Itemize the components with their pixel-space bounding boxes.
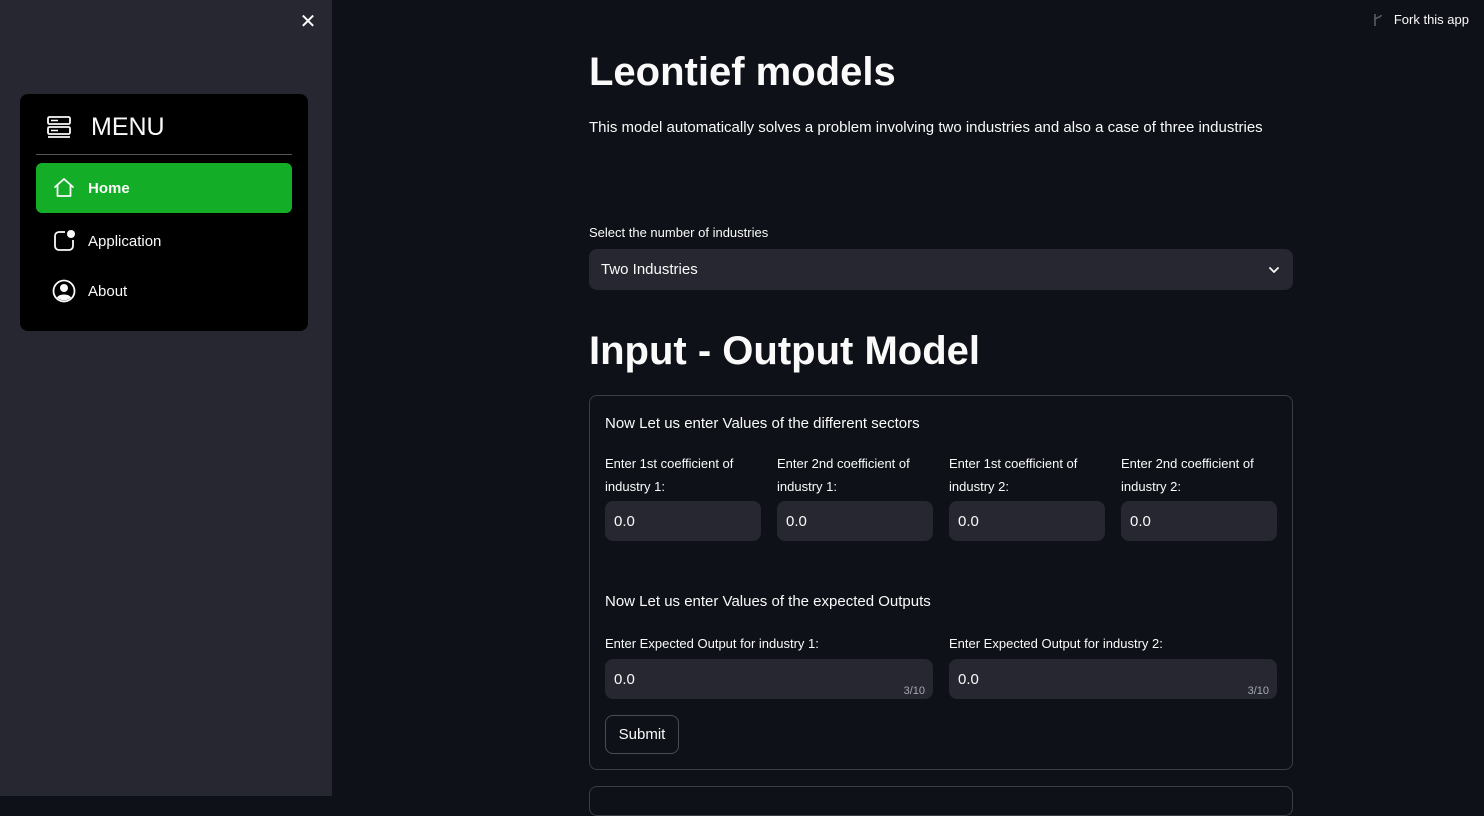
coef-1-1-value: 0.0 [614, 512, 635, 530]
next-section-box [589, 786, 1293, 816]
chevron-down-icon [1269, 266, 1279, 273]
coef-2-1-input[interactable]: 0.0 [777, 501, 933, 541]
output-1-value: 0.0 [614, 670, 635, 688]
page-title: Leontief models [589, 50, 896, 94]
coef-2-1-label: Enter 2nd coefficient of industry 1: [777, 456, 910, 494]
close-sidebar-button[interactable]: ✕ [298, 12, 318, 32]
section-title: Input - Output Model [589, 329, 980, 373]
app-indicator-icon [54, 230, 75, 251]
menu-card: MENU Home Application About [20, 94, 308, 331]
output-2-value: 0.0 [958, 670, 979, 688]
industry-select-label: Select the number of industries [589, 225, 769, 240]
nav-label-home: Home [88, 179, 130, 197]
coef-1-2-input[interactable]: 0.0 [949, 501, 1105, 541]
coef-2-2-input[interactable]: 0.0 [1121, 501, 1277, 541]
fork-label: Fork this app [1393, 12, 1469, 27]
coef-2-2-label: Enter 2nd coefficient of industry 2: [1121, 456, 1254, 494]
output-1-input[interactable]: 0.0 3/10 [605, 659, 933, 699]
outputs-heading: Now Let us enter Values of the expected … [605, 593, 931, 610]
nav-label-application: Application [88, 232, 162, 250]
output-1-label: Enter Expected Output for industry 1: [605, 636, 819, 651]
nav-label-about: About [88, 282, 128, 300]
house-icon [54, 178, 74, 197]
nav-item-application[interactable]: Application [36, 216, 292, 266]
coef-1-1-input[interactable]: 0.0 [605, 501, 761, 541]
output-1-char-counter: 3/10 [903, 685, 925, 697]
output-2-input[interactable]: 0.0 3/10 [949, 659, 1277, 699]
server-icon [47, 116, 71, 138]
sectors-heading: Now Let us enter Values of the different… [605, 415, 920, 432]
coef-1-2-label: Enter 1st coefficient of industry 2: [949, 456, 1078, 494]
menu-divider [36, 154, 292, 155]
coef-1-1-label: Enter 1st coefficient of industry 1: [605, 456, 734, 494]
menu-header: MENU [46, 112, 165, 142]
coef-2-2-value: 0.0 [1130, 512, 1151, 530]
coef-2-1-value: 0.0 [786, 512, 807, 530]
submit-button[interactable]: Submit [605, 715, 679, 754]
page-subtitle: This model automatically solves a proble… [589, 119, 1263, 136]
nav-item-home[interactable]: Home [36, 163, 292, 213]
nav-item-about[interactable]: About [36, 266, 292, 316]
input-form: Now Let us enter Values of the different… [589, 395, 1293, 770]
output-2-char-counter: 3/10 [1247, 685, 1269, 697]
industry-select[interactable]: Two Industries [589, 249, 1293, 290]
person-circle-icon [52, 279, 76, 303]
coef-1-2-value: 0.0 [958, 512, 979, 530]
fork-app-link[interactable]: Fork this app [1372, 12, 1469, 27]
menu-title: MENU [91, 112, 165, 141]
sidebar: ✕ MENU Home Application About [0, 0, 332, 796]
fork-icon [1374, 13, 1382, 26]
industry-select-value: Two Industries [601, 261, 698, 278]
output-2-label: Enter Expected Output for industry 2: [949, 636, 1163, 651]
